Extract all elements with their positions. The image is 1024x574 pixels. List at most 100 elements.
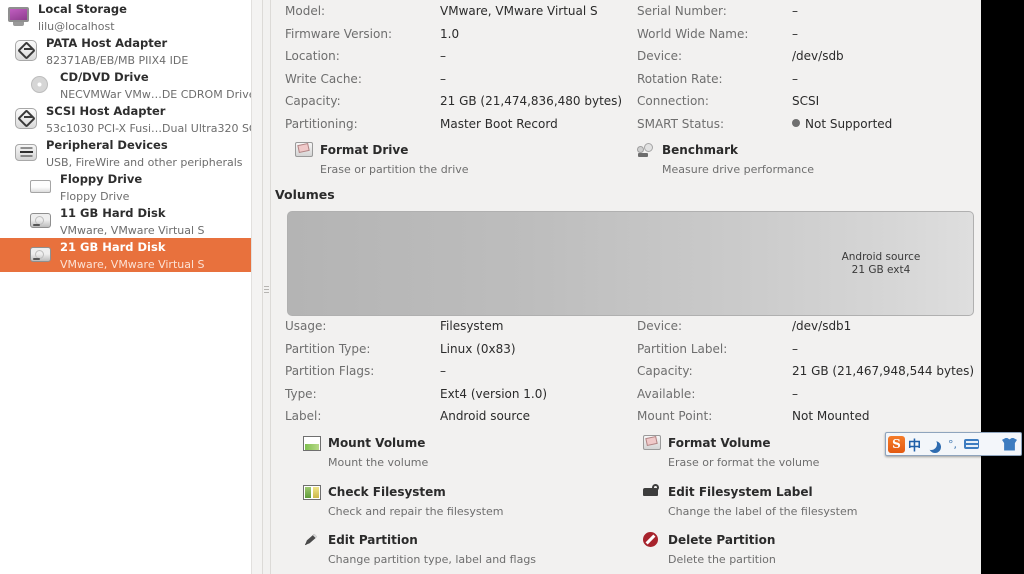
action-title: Format Drive — [320, 143, 409, 157]
property-label: Type: — [285, 386, 317, 401]
action-subtitle: Measure drive performance — [662, 163, 815, 176]
volume-partition-block[interactable]: Android source 21 GB ext4 — [287, 211, 974, 316]
action-title: Mount Volume — [328, 436, 426, 450]
property-value-partition-label: – — [792, 341, 798, 356]
sidebar-item-local-storage[interactable]: Local Storage lilu@localhost — [0, 0, 262, 34]
property-value-usage: Filesystem — [440, 319, 504, 333]
sidebar-item-scsi-host-adapter[interactable]: SCSI Host Adapter 53c1030 PCI-X Fusi…Dua… — [0, 102, 262, 136]
device-tree-sidebar[interactable]: Local Storage lilu@localhost PATA Host A… — [0, 0, 262, 574]
property-label: Partition Flags: — [285, 364, 375, 378]
format-volume-action[interactable]: Format Volume Erase or format the volume — [643, 432, 819, 470]
property-label: Serial Number: — [637, 4, 727, 18]
property-label: Model: — [285, 4, 326, 18]
property-label: Label: — [285, 409, 322, 423]
property-label: Partition Label: — [637, 341, 728, 356]
edit-label-icon — [643, 483, 661, 501]
action-title: Check Filesystem — [328, 485, 446, 499]
partition-properties-right: Device: /dev/sdb1 Partition Label: – Cap… — [637, 315, 974, 428]
volume-label-group: Android source 21 GB ext4 — [801, 212, 961, 315]
device-subtitle: Floppy Drive — [60, 190, 130, 203]
property-label: Connection: — [637, 94, 709, 108]
device-title: Peripheral Devices — [46, 138, 168, 153]
device-text: SCSI Host Adapter 53c1030 PCI-X Fusi…Dua… — [46, 102, 262, 136]
property-value-partition-flags: – — [440, 364, 446, 378]
action-subtitle: Mount the volume — [328, 456, 429, 469]
device-title: Local Storage — [38, 2, 127, 17]
check-filesystem-action[interactable]: Check Filesystem Check and repair the fi… — [303, 481, 503, 519]
action-text: Edit Partition Change partition type, la… — [328, 529, 536, 567]
device-subtitle: 82371AB/EB/MB PIIX4 IDE — [46, 54, 189, 67]
volumes-heading: Volumes — [275, 187, 335, 202]
property-label: Rotation Rate: — [637, 71, 723, 86]
device-subtitle: USB, FireWire and other peripherals — [46, 156, 243, 169]
property-value-write-cache: – — [440, 71, 446, 86]
action-title: Edit Partition — [328, 533, 418, 547]
sidebar-item-pata-host-adapter[interactable]: PATA Host Adapter 82371AB/EB/MB PIIX4 ID… — [0, 34, 262, 68]
property-value-partition-device: /dev/sdb1 — [792, 319, 852, 333]
property-label: Available: — [637, 386, 696, 401]
user-icon[interactable] — [981, 433, 1000, 455]
format-drive-icon — [295, 141, 313, 159]
benchmark-action[interactable]: Benchmark Measure drive performance — [637, 139, 814, 177]
property-label: Device: — [637, 49, 683, 63]
status-dot-icon — [792, 118, 800, 127]
disk-utility-window: Local Storage lilu@localhost PATA Host A… — [0, 0, 981, 574]
device-text: PATA Host Adapter 82371AB/EB/MB PIIX4 ID… — [46, 34, 188, 68]
action-text: Check Filesystem Check and repair the fi… — [328, 481, 503, 519]
edit-filesystem-label-action[interactable]: Edit Filesystem Label Change the label o… — [643, 481, 857, 519]
moon-icon[interactable] — [924, 433, 943, 455]
property-label: Capacity: — [285, 94, 341, 108]
check-filesystem-icon — [303, 483, 321, 501]
property-value-partitioning: Master Boot Record — [440, 116, 558, 131]
property-label: Write Cache: — [285, 71, 362, 86]
action-text: Format Volume Erase or format the volume — [668, 432, 819, 470]
action-subtitle: Check and repair the filesystem — [328, 505, 504, 518]
floppy-icon — [28, 174, 54, 200]
adapter-icon — [14, 38, 40, 64]
delete-partition-action[interactable]: Delete Partition Delete the partition — [643, 529, 776, 567]
screen: Local Storage lilu@localhost PATA Host A… — [0, 0, 1024, 574]
skin-icon[interactable] — [1000, 433, 1019, 455]
action-text: Mount Volume Mount the volume — [328, 432, 428, 470]
action-title: Benchmark — [662, 143, 738, 157]
device-title: Floppy Drive — [60, 172, 143, 187]
property-value-rotation-rate: – — [792, 71, 798, 86]
action-title: Format Volume — [668, 436, 771, 450]
sidebar-item-floppy-drive[interactable]: Floppy Drive Floppy Drive — [0, 170, 262, 204]
status-badge: Not Supported — [805, 116, 893, 131]
ime-floating-toolbar[interactable]: S 中 °, — [885, 432, 1022, 456]
property-value-partition-type: Linux (0x83) — [440, 341, 516, 356]
chinese-mode-icon[interactable]: 中 — [905, 433, 924, 455]
volume-name: Android source — [841, 250, 921, 263]
device-text: 11 GB Hard Disk VMware, VMware Virtual S — [60, 204, 205, 238]
sidebar-item-cd-dvd-drive[interactable]: CD/DVD Drive NECVMWar VMw…DE CDROM Drive — [0, 68, 262, 102]
pane-divider-grip[interactable] — [264, 286, 269, 295]
keyboard-icon[interactable] — [962, 433, 981, 455]
property-value-world-wide-name: – — [792, 26, 798, 41]
punctuation-icon[interactable]: °, — [943, 433, 962, 455]
benchmark-icon — [637, 141, 655, 159]
usb-icon — [14, 140, 40, 166]
property-label: Device: — [637, 319, 683, 333]
pane-divider[interactable] — [262, 0, 271, 574]
format-drive-action[interactable]: Format Drive Erase or partition the driv… — [295, 139, 469, 177]
drive-properties-left: Model: VMware, VMware Virtual S Firmware… — [285, 0, 635, 135]
device-subtitle: lilu@localhost — [38, 20, 115, 33]
property-value-location: – — [440, 49, 446, 63]
action-subtitle: Erase or format the volume — [668, 456, 820, 469]
action-text: Format Drive Erase or partition the driv… — [320, 139, 469, 177]
sidebar-item-21gb-hard-disk[interactable]: 21 GB Hard Disk VMware, VMware Virtual S — [0, 238, 262, 272]
sidebar-item-11gb-hard-disk[interactable]: 11 GB Hard Disk VMware, VMware Virtual S — [0, 204, 262, 238]
edit-partition-action[interactable]: Edit Partition Change partition type, la… — [303, 529, 536, 567]
property-value-mount-point: Not Mounted — [792, 409, 870, 423]
sogou-logo-icon[interactable]: S — [888, 435, 905, 453]
sidebar-scrollbar[interactable] — [251, 0, 262, 574]
device-subtitle: 53c1030 PCI-X Fusi…Dual Ultra320 SCSI — [46, 122, 262, 135]
device-text: Local Storage lilu@localhost — [38, 0, 127, 34]
action-subtitle: Change partition type, label and flags — [328, 553, 537, 566]
property-label: SMART Status: — [637, 116, 725, 131]
sidebar-item-peripheral-devices[interactable]: Peripheral Devices USB, FireWire and oth… — [0, 136, 262, 170]
adapter-icon — [14, 106, 40, 132]
mount-volume-action[interactable]: Mount Volume Mount the volume — [303, 432, 428, 470]
action-title: Delete Partition — [668, 533, 776, 547]
